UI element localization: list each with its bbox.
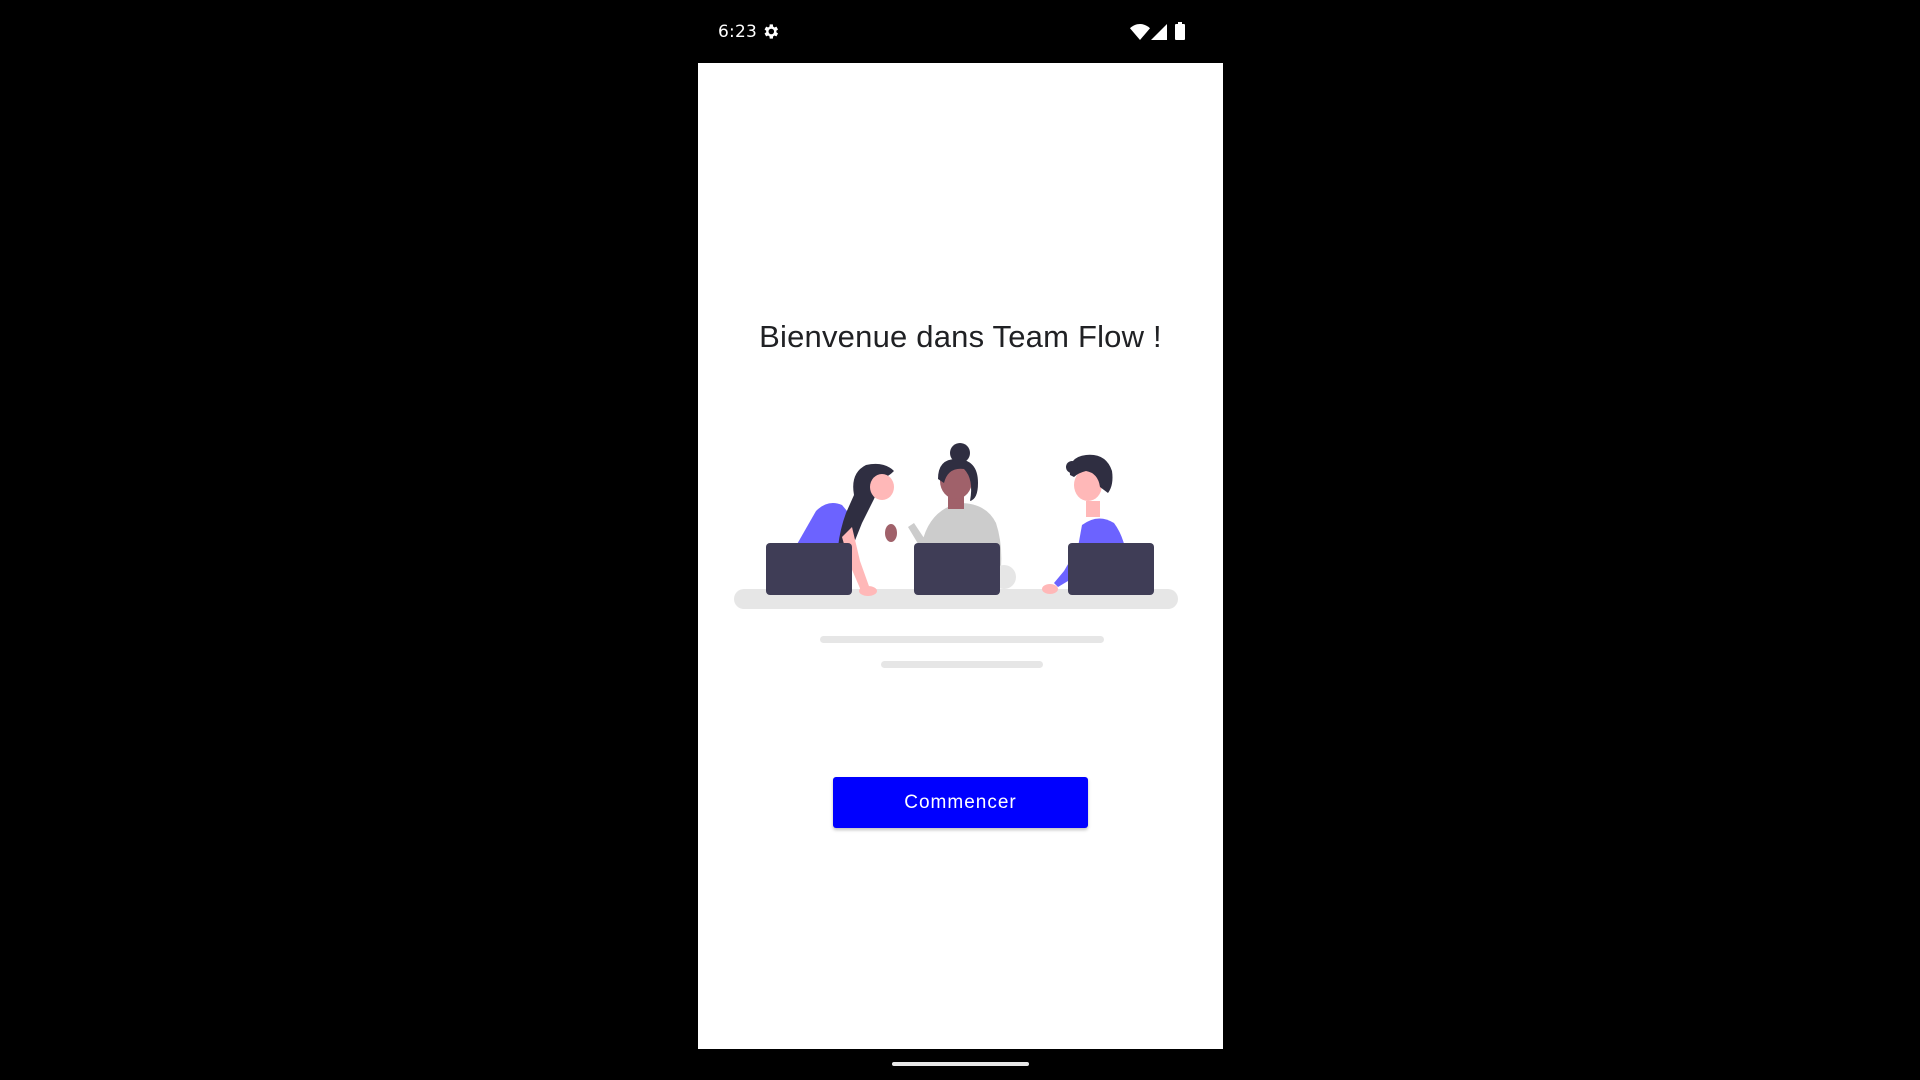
cell-signal-icon <box>1151 24 1167 40</box>
gesture-nav-handle[interactable] <box>892 1062 1029 1066</box>
phone-screen: 6:23 Bienvenue dans Team Flow ! Commence… <box>0 0 1920 1080</box>
settings-icon <box>764 24 779 39</box>
status-time: 6:23 <box>718 22 757 42</box>
wifi-icon <box>1130 24 1150 40</box>
battery-icon <box>1175 22 1185 40</box>
team-illustration <box>734 443 1178 668</box>
status-bar: 6:23 <box>698 0 1223 63</box>
welcome-screen: Bienvenue dans Team Flow ! Commencer <box>698 63 1223 1049</box>
welcome-title: Bienvenue dans Team Flow ! <box>759 319 1162 354</box>
start-button[interactable]: Commencer <box>833 777 1088 828</box>
